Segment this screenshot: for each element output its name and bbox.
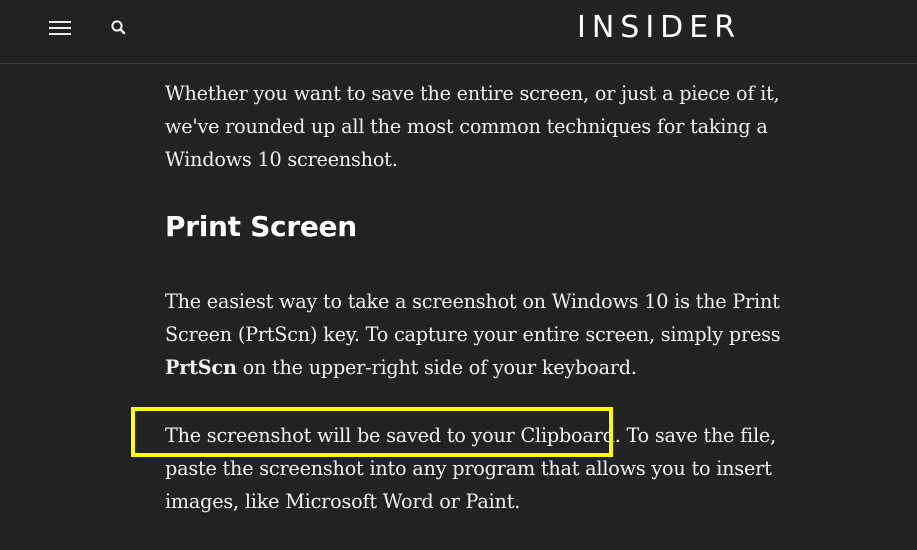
paragraph-line: PrtScn on the upper-right side of your k… <box>165 351 765 384</box>
paragraph-line: paste the screenshot into any program th… <box>165 457 772 480</box>
section-heading-print-screen: Print Screen <box>165 210 357 243</box>
paragraph-line-rest: To save the file, <box>620 424 776 447</box>
paragraph-line: The easiest way to take a screenshot on … <box>165 290 780 313</box>
search-icon[interactable] <box>109 18 129 38</box>
insider-logo[interactable]: INSIDER <box>577 10 747 46</box>
paragraph-line-rest: on the upper-right side of your keyboard… <box>236 356 637 379</box>
paragraph-line: The screenshot will be saved to your Cli… <box>165 419 776 452</box>
prtscn-key-bold: PrtScn <box>165 356 237 379</box>
paragraph-line: Screen (PrtScn) key. To capture your ent… <box>165 323 781 346</box>
intro-line: Windows 10 screenshot. <box>165 148 398 171</box>
paragraph-line: images, like Microsoft Word or Paint. <box>165 490 521 513</box>
highlighted-sentence: The screenshot will be saved to your Cli… <box>165 424 621 447</box>
intro-line: Whether you want to save the entire scre… <box>165 82 780 105</box>
intro-line: we've rounded up all the most common tec… <box>165 115 768 138</box>
intro-paragraph: Whether you want to save the entire scre… <box>165 77 780 176</box>
hamburger-menu-icon[interactable] <box>49 19 73 37</box>
print-screen-paragraph: The easiest way to take a screenshot on … <box>165 285 781 384</box>
clipboard-paragraph: The screenshot will be saved to your Cli… <box>165 419 776 518</box>
top-navigation-bar: INSIDER <box>0 0 917 64</box>
